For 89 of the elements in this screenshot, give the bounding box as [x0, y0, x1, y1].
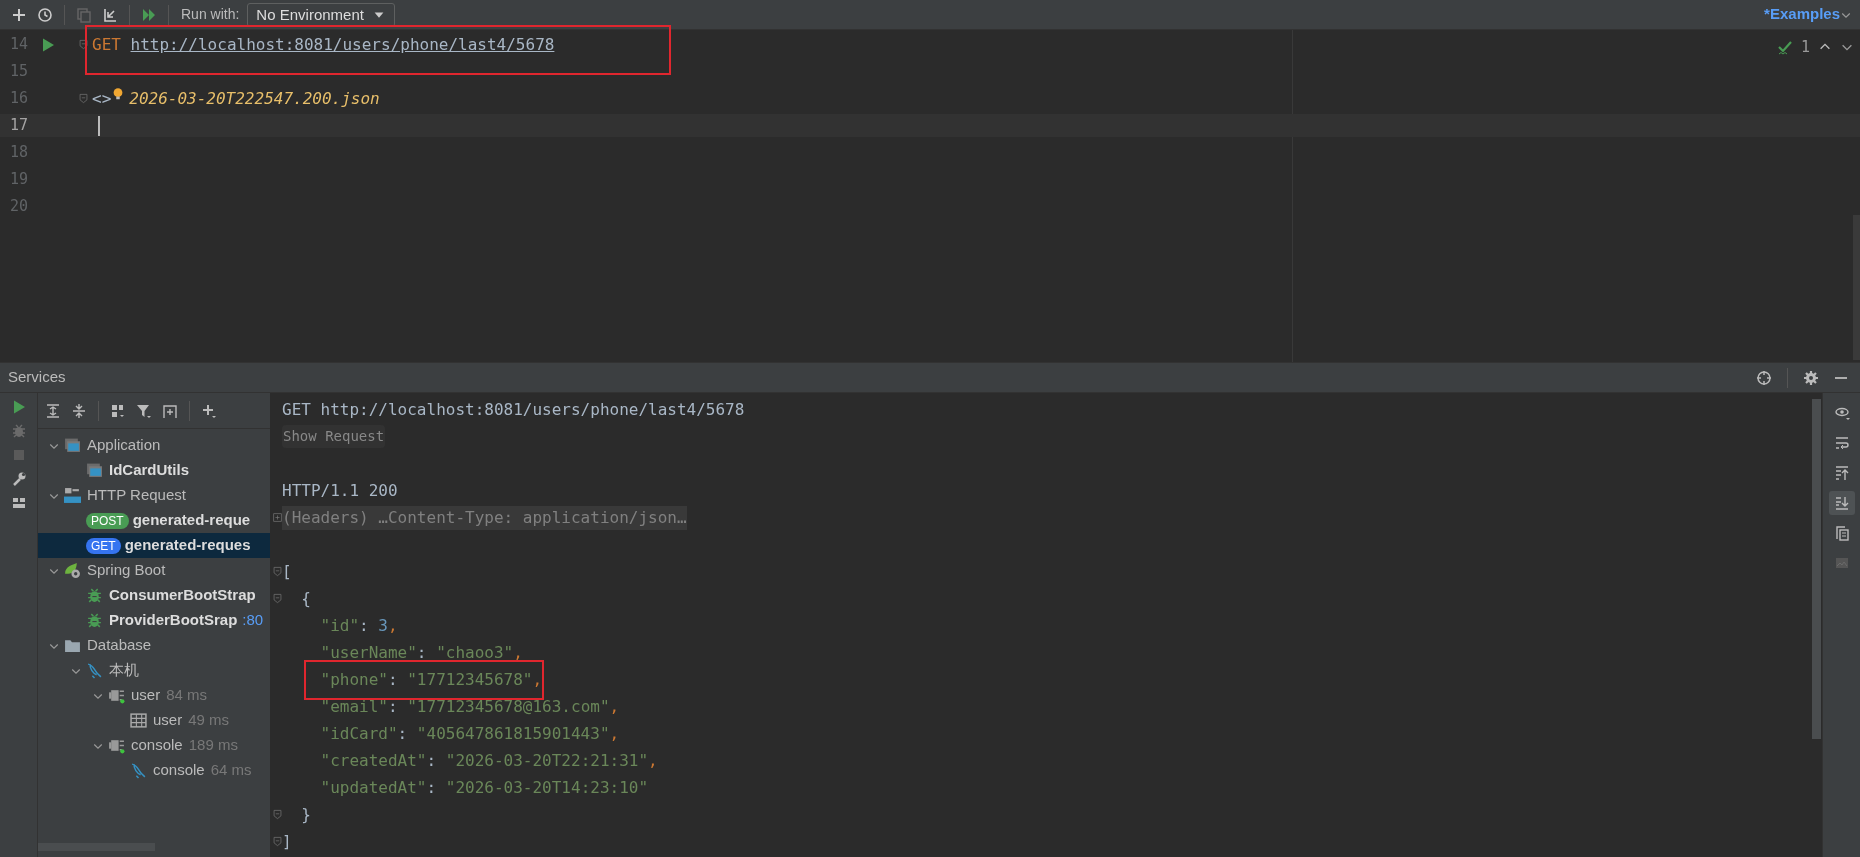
method-tag: GET: [86, 537, 121, 554]
line-number: 20: [8, 196, 28, 218]
tree-item[interactable]: POST generated-reque: [38, 508, 270, 533]
json-line: "updatedAt": "2026-03-20T14:23:10": [320, 776, 649, 799]
environment-dropdown[interactable]: No Environment: [247, 2, 395, 27]
line-number: 16: [8, 88, 28, 110]
headers-summary[interactable]: (Headers) …Content-Type: application/json…: [282, 505, 687, 530]
datasource-icon: [108, 737, 125, 754]
line-number: 15: [8, 61, 28, 83]
datasource-icon: [108, 687, 125, 704]
dolphin-icon: [130, 762, 147, 779]
tree-item[interactable]: IdCardUtils: [38, 458, 270, 483]
show-request-button[interactable]: Show Request: [282, 425, 386, 448]
tree-item[interactable]: 本机: [38, 658, 270, 683]
run-all-icon[interactable]: [141, 6, 157, 23]
json-line: "idCard": "405647861815901443",: [320, 722, 620, 745]
line-number: 14: [8, 34, 28, 56]
tree-item[interactable]: console 189 ms: [38, 733, 270, 758]
eye-icon[interactable]: [1833, 405, 1850, 421]
history-icon[interactable]: [37, 6, 53, 23]
status-line: HTTP/1.1 200: [282, 479, 398, 502]
method-tag: POST: [86, 512, 129, 529]
import-icon[interactable]: [102, 6, 118, 23]
check-icon[interactable]: [1776, 39, 1793, 56]
scrollbar-thumb[interactable]: [1812, 399, 1821, 739]
json-bracket: [: [282, 560, 292, 583]
tree-item[interactable]: GET generated-reques: [38, 533, 270, 558]
response-file-link[interactable]: 2026-03-20T222547.200.json: [129, 86, 380, 111]
folder-icon: [64, 637, 81, 654]
json-brace: }: [301, 803, 311, 826]
scrollbar-thumb[interactable]: [38, 843, 155, 851]
bug-icon: [86, 612, 103, 629]
fold-icon[interactable]: [272, 836, 283, 847]
dolphin-icon: [86, 662, 103, 679]
json-line: "id": 3,: [320, 614, 398, 637]
tree-item[interactable]: user 84 ms: [38, 683, 270, 708]
copy-icon[interactable]: [1833, 525, 1850, 541]
bug-icon: [86, 587, 103, 604]
tree-item[interactable]: ConsumerBootStrap: [38, 583, 270, 608]
settings-icon[interactable]: [1803, 369, 1819, 386]
inspection-count[interactable]: 1: [1800, 36, 1810, 59]
add-icon[interactable]: [201, 402, 217, 419]
line-number: 17: [8, 115, 28, 137]
window-icon: [86, 462, 103, 479]
tree-item[interactable]: Application: [38, 433, 270, 458]
window-icon: [64, 437, 81, 454]
soft-wrap-icon[interactable]: [1833, 435, 1850, 451]
expand-icon[interactable]: [272, 512, 283, 523]
collapse-all-icon[interactable]: [71, 402, 87, 419]
fold-icon[interactable]: [272, 593, 283, 604]
tree-item[interactable]: Spring Boot: [38, 558, 270, 583]
response-marker: <>: [92, 87, 112, 110]
json-line: "createdAt": "2026-03-20T22:21:31",: [320, 749, 658, 772]
tree-item[interactable]: ProviderBootSrap :80: [38, 608, 270, 633]
debug-icon[interactable]: [10, 423, 27, 439]
run-icon[interactable]: [40, 36, 56, 53]
filter-icon[interactable]: [136, 402, 152, 419]
fold-icon[interactable]: [272, 566, 283, 577]
expand-all-icon[interactable]: [45, 402, 61, 419]
json-bracket: ]: [282, 830, 292, 853]
group-icon[interactable]: [110, 402, 126, 419]
panel-title: Services: [8, 367, 66, 388]
json-line: "phone": "17712345678",: [320, 667, 543, 692]
fold-icon[interactable]: [78, 39, 89, 50]
add-icon[interactable]: [11, 6, 27, 23]
api-icon: [64, 487, 81, 504]
text-caret: [98, 115, 100, 136]
table-icon: [130, 712, 147, 729]
json-brace: {: [301, 587, 311, 610]
leaf-gear-icon: [64, 562, 81, 579]
tree-item[interactable]: Database: [38, 633, 270, 658]
line-number: 18: [8, 142, 28, 164]
line-number: 19: [8, 169, 28, 191]
target-icon[interactable]: [1756, 369, 1772, 386]
fold-icon[interactable]: [78, 93, 89, 104]
json-line: "userName": "chaoo3",: [320, 641, 523, 664]
request-line: GET http://localhost:8081/users/phone/last4/5678: [92, 32, 555, 57]
fold-icon[interactable]: [272, 809, 283, 820]
request-line: GET http://localhost:8081/users/phone/last4/5678: [282, 398, 745, 421]
scroll-end-icon[interactable]: [1833, 495, 1850, 511]
tree-item[interactable]: HTTP Request: [38, 483, 270, 508]
json-line: "email": "17712345678@163.com",: [320, 695, 620, 718]
add-window-icon[interactable]: [162, 402, 178, 419]
layout-icon[interactable]: [10, 495, 27, 511]
tree-item[interactable]: user 49 ms: [38, 708, 270, 733]
run-with-label: Run with:: [181, 5, 240, 24]
scroll-top-icon[interactable]: [1833, 465, 1850, 481]
file-tab-link[interactable]: *Examples: [1764, 3, 1852, 26]
tree-item[interactable]: console 64 ms: [38, 758, 270, 783]
